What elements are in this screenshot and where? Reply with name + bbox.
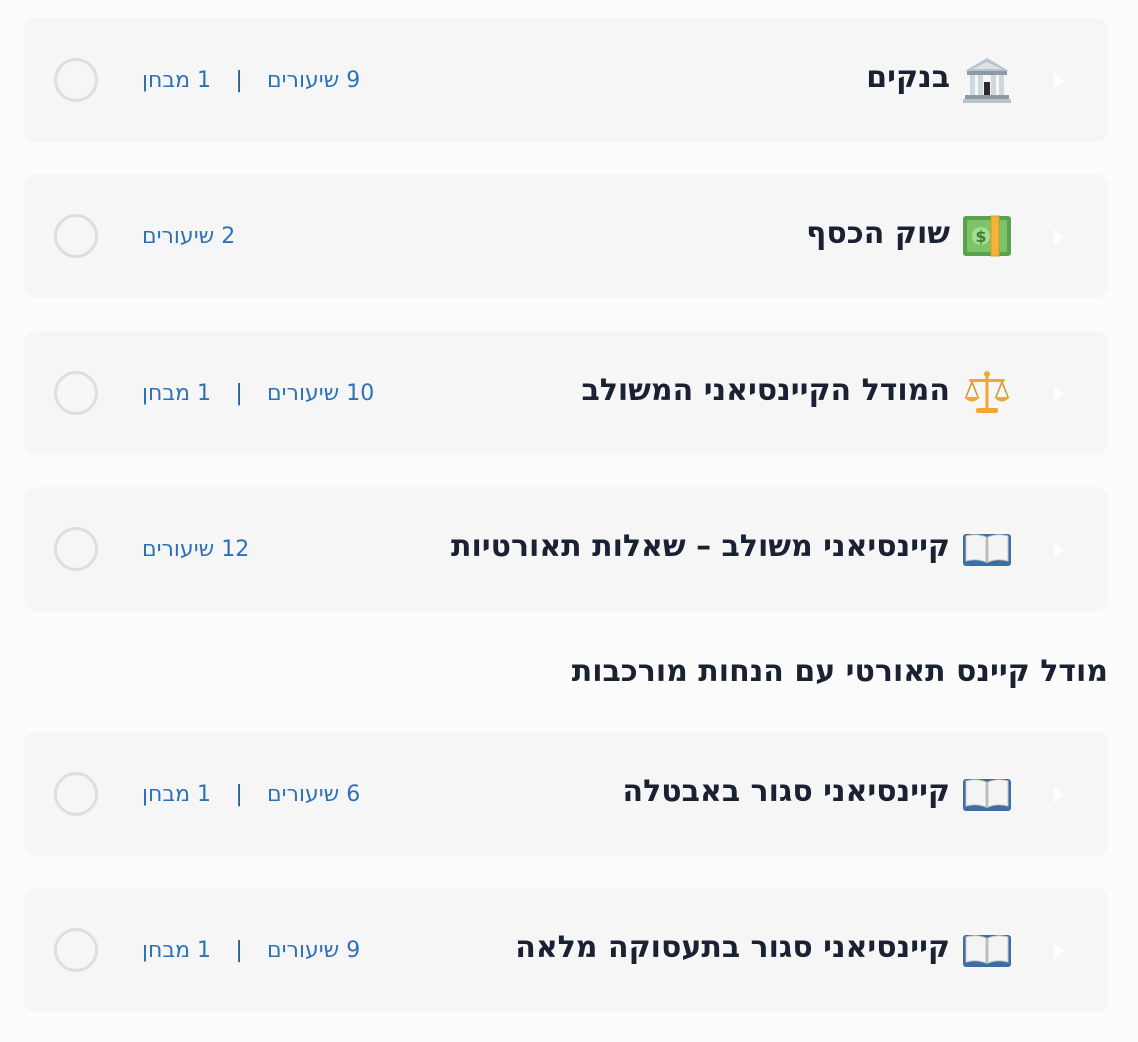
svg-text:$: $ [975, 227, 986, 246]
completion-status-circle [54, 928, 98, 972]
topic-title: קיינסיאני משולב – שאלות תאורטיות [450, 529, 950, 564]
meta-separator: | [235, 782, 243, 807]
topic-title: שוק הכסף [806, 216, 950, 251]
meta-separator: | [235, 381, 243, 406]
expand-arrow-icon[interactable] [1054, 787, 1064, 803]
topic-card-closed-full-employment[interactable]: קיינסיאני סגור בתעסוקה מלאה 9 שיעורים | 1 … [24, 888, 1108, 1012]
topic-title: בנקים [866, 60, 950, 95]
open-book-icon [962, 769, 1012, 819]
meta-separator: | [235, 68, 243, 93]
topic-meta: 12 שיעורים [142, 536, 249, 564]
open-book-icon [962, 925, 1012, 975]
bank-icon [962, 55, 1012, 105]
topic-meta: 6 שיעורים | 1 מבחן [142, 781, 360, 809]
topic-title: המודל הקיינסיאני המשולב [581, 373, 950, 408]
expand-arrow-icon[interactable] [1054, 386, 1064, 402]
topic-title: קיינסיאני סגור בתעסוקה מלאה [515, 930, 950, 965]
scales-icon [962, 368, 1012, 418]
topic-meta: 2 שיעורים [142, 223, 235, 251]
topic-card-keynesian-model[interactable]: המודל הקיינסיאני המשולב 10 שיעורים | 1 מבח… [24, 331, 1108, 455]
expand-arrow-icon[interactable] [1054, 229, 1064, 245]
lessons-count: 9 שיעורים [267, 938, 361, 963]
section-heading: מודל קיינס תאורטי עם הנחות מורכבות [571, 654, 1108, 689]
topic-meta: 9 שיעורים | 1 מבחן [142, 67, 360, 95]
lessons-count: 2 שיעורים [142, 224, 236, 249]
banknote-icon: $ [962, 211, 1012, 261]
completion-status-circle [54, 527, 98, 571]
open-book-icon [962, 524, 1012, 574]
topic-title: קיינסיאני סגור באבטלה [622, 774, 950, 809]
topic-meta: 10 שיעורים | 1 מבחן [142, 380, 374, 408]
topic-card-banks[interactable]: בנקים 9 שיעורים | 1 מבחן [24, 18, 1108, 142]
exam-count: 1 מבחן [142, 938, 212, 963]
completion-status-circle [54, 371, 98, 415]
topic-card-closed-unemployment[interactable]: קיינסיאני סגור באבטלה 6 שיעורים | 1 מבחן [24, 732, 1108, 856]
topic-card-theoretical-questions[interactable]: קיינסיאני משולב – שאלות תאורטיות 12 שיעו… [24, 487, 1108, 611]
expand-arrow-icon[interactable] [1054, 542, 1064, 558]
completion-status-circle [54, 214, 98, 258]
lessons-count: 9 שיעורים [267, 68, 361, 93]
expand-arrow-icon[interactable] [1054, 73, 1064, 89]
completion-status-circle [54, 58, 98, 102]
completion-status-circle [54, 772, 98, 816]
lessons-count: 12 שיעורים [142, 537, 250, 562]
exam-count: 1 מבחן [142, 381, 212, 406]
exam-count: 1 מבחן [142, 68, 212, 93]
topic-meta: 9 שיעורים | 1 מבחן [142, 937, 360, 965]
topic-card-money-market[interactable]: $ שוק הכסף 2 שיעורים [24, 174, 1108, 298]
lessons-count: 10 שיעורים [267, 381, 375, 406]
meta-separator: | [235, 938, 243, 963]
expand-arrow-icon[interactable] [1054, 943, 1064, 959]
course-page: בנקים 9 שיעורים | 1 מבחן $ שוק הכסף 2 שיעו… [0, 0, 1138, 1042]
lessons-count: 6 שיעורים [267, 782, 361, 807]
exam-count: 1 מבחן [142, 782, 212, 807]
